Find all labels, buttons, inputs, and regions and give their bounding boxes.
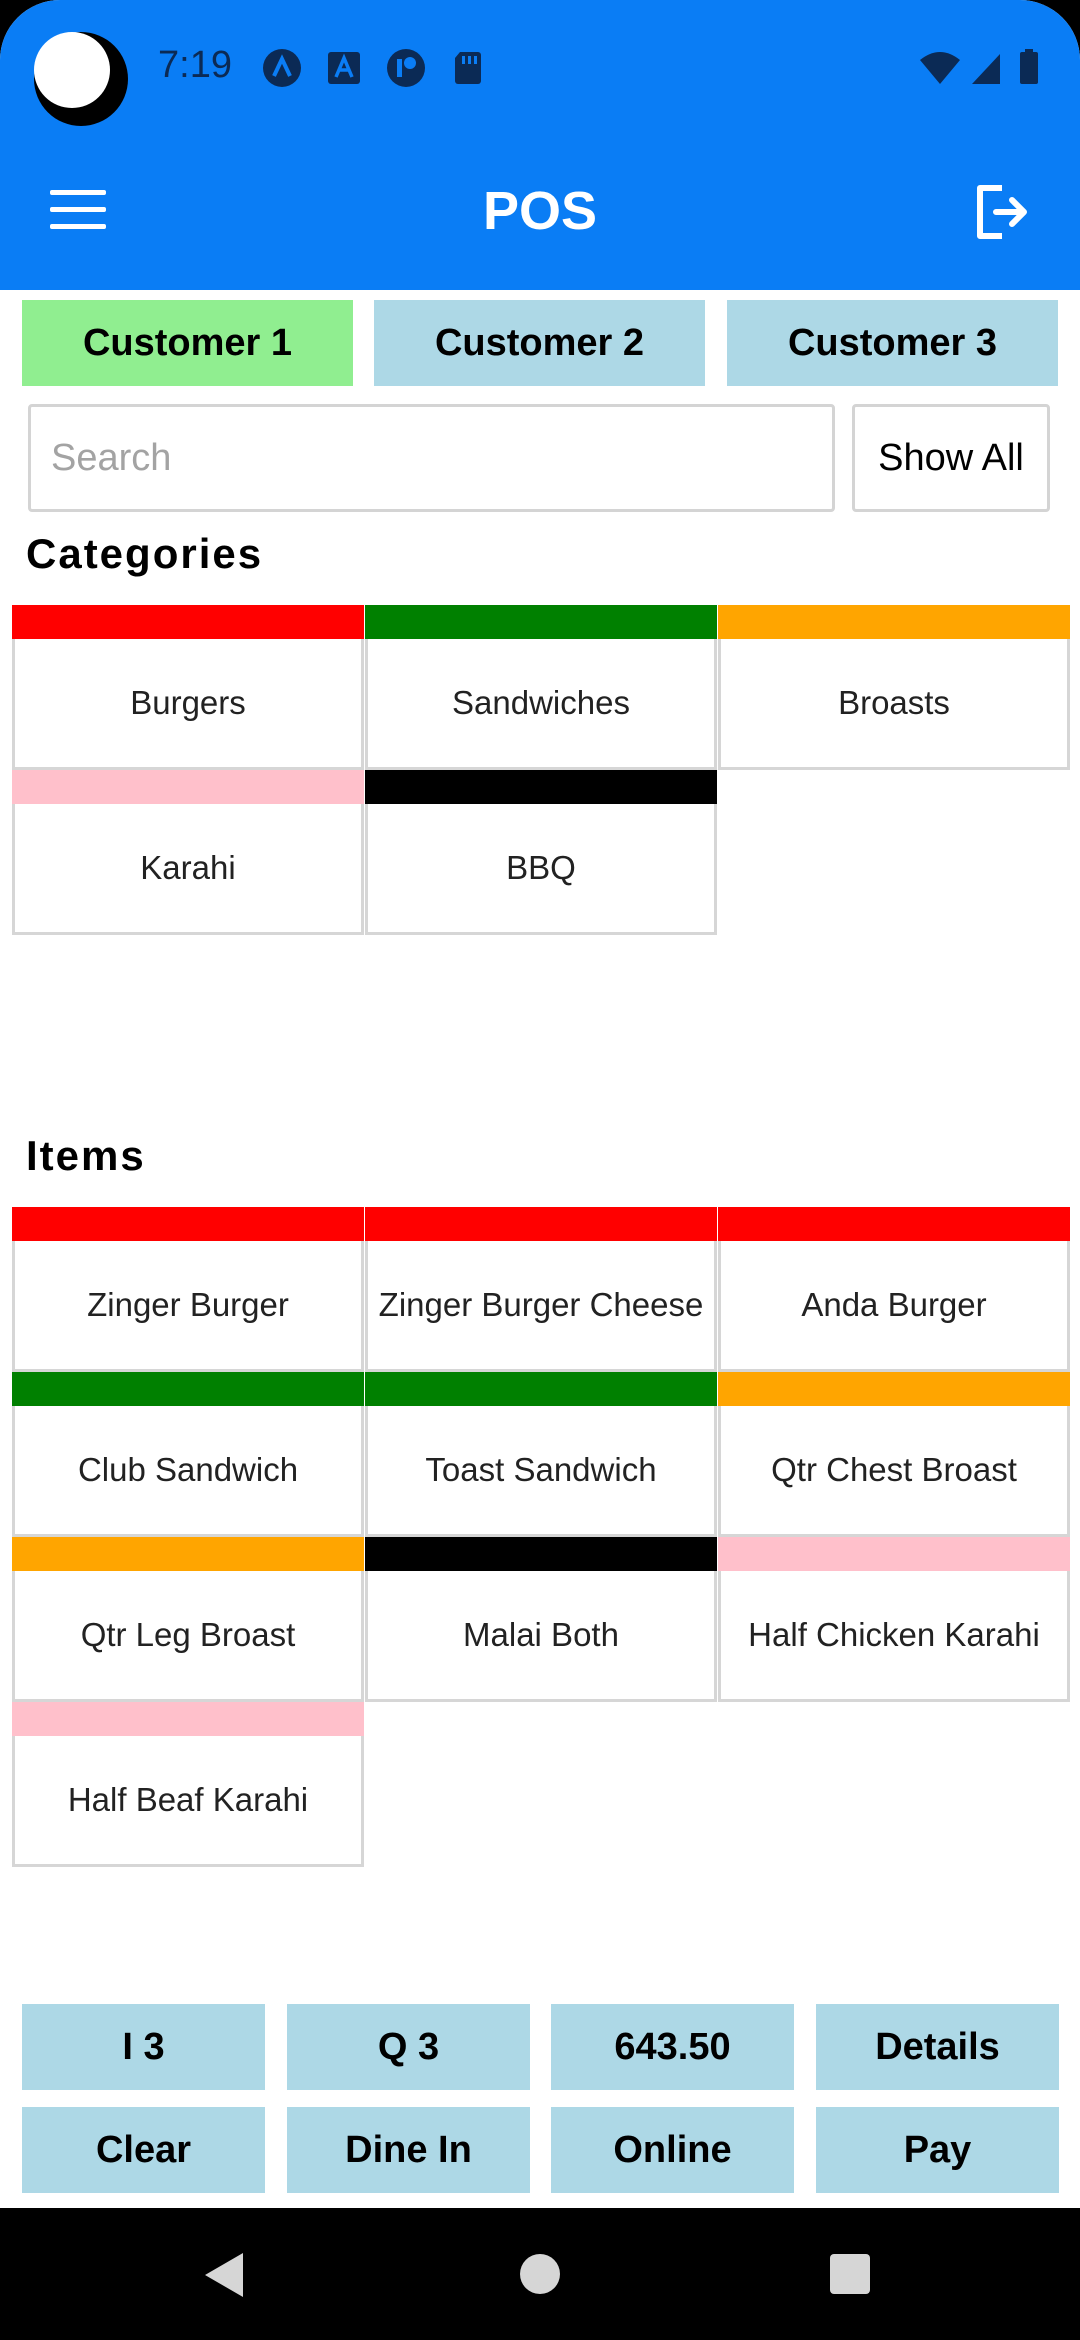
item-label: Qtr Chest Broast	[771, 1451, 1017, 1488]
category-color-stripe	[365, 605, 717, 639]
camera-cutout	[34, 32, 128, 126]
item-tile[interactable]: Zinger Burger Cheese	[365, 1207, 717, 1372]
notification-app-icon	[263, 49, 301, 87]
category-label: Karahi	[140, 849, 236, 886]
quantity-button[interactable]: Q 3	[287, 2004, 530, 2090]
item-label: Zinger Burger Cheese	[378, 1286, 704, 1323]
status-time: 7:19	[158, 44, 232, 86]
item-label: Toast Sandwich	[425, 1451, 657, 1488]
search-input[interactable]	[28, 404, 835, 512]
sd-card-icon	[455, 52, 481, 84]
item-label: Half Chicken Karahi	[748, 1616, 1040, 1653]
item-tile[interactable]: Half Chicken Karahi	[718, 1537, 1070, 1702]
categories-heading: Categories	[26, 530, 264, 577]
category-color-stripe	[12, 770, 364, 804]
signal-icon	[972, 54, 1000, 84]
home-icon[interactable]	[520, 2254, 560, 2294]
clear-button[interactable]: Clear	[22, 2107, 265, 2193]
item-label: Anda Burger	[801, 1286, 987, 1323]
dine-in-button[interactable]: Dine In	[287, 2107, 530, 2193]
category-label: Broasts	[838, 684, 950, 721]
item-tile[interactable]: Malai Both	[365, 1537, 717, 1702]
category-color-stripe	[718, 605, 1070, 639]
category-label: Sandwiches	[452, 684, 630, 721]
item-tile[interactable]: Anda Burger	[718, 1207, 1070, 1372]
item-tile[interactable]: Toast Sandwich	[365, 1372, 717, 1537]
category-label: BBQ	[506, 849, 576, 886]
item-tile[interactable]: Half Beaf Karahi	[12, 1702, 364, 1867]
online-button[interactable]: Online	[551, 2107, 794, 2193]
item-label: Malai Both	[463, 1616, 619, 1653]
logout-icon[interactable]	[972, 182, 1032, 242]
category-bbq[interactable]: BBQ	[365, 770, 717, 935]
tab-customer-2[interactable]: Customer 2	[374, 300, 705, 386]
category-color-stripe	[12, 605, 364, 639]
page-title: POS	[482, 181, 598, 241]
item-color-stripe	[718, 1207, 1070, 1241]
category-karahi[interactable]: Karahi	[12, 770, 364, 935]
item-tile[interactable]: Club Sandwich	[12, 1372, 364, 1537]
item-color-stripe	[365, 1537, 717, 1571]
item-color-stripe	[12, 1537, 364, 1571]
category-broasts[interactable]: Broasts	[718, 605, 1070, 770]
item-label: Club Sandwich	[77, 1451, 299, 1488]
items-heading: Items	[26, 1132, 146, 1179]
category-sandwiches[interactable]: Sandwiches	[365, 605, 717, 770]
back-icon[interactable]	[205, 2253, 243, 2297]
item-color-stripe	[12, 1372, 364, 1406]
item-color-stripe	[718, 1372, 1070, 1406]
details-button[interactable]: Details	[816, 2004, 1059, 2090]
item-label: Half Beaf Karahi	[67, 1781, 309, 1818]
item-color-stripe	[12, 1702, 364, 1736]
item-tile[interactable]: Qtr Leg Broast	[12, 1537, 364, 1702]
item-color-stripe	[12, 1207, 364, 1241]
tab-customer-1[interactable]: Customer 1	[22, 300, 353, 386]
pay-button[interactable]: Pay	[816, 2107, 1059, 2193]
notification-badge-icon	[387, 49, 425, 87]
show-all-button[interactable]: Show All	[852, 404, 1050, 512]
category-color-stripe	[365, 770, 717, 804]
navigation-bar	[0, 2208, 1080, 2340]
system-status-icons	[920, 49, 1038, 84]
notification-font-icon	[328, 52, 360, 84]
item-color-stripe	[365, 1372, 717, 1406]
item-color-stripe	[718, 1537, 1070, 1571]
item-tile[interactable]: Qtr Chest Broast	[718, 1372, 1070, 1537]
tab-customer-3[interactable]: Customer 3	[727, 300, 1058, 386]
item-label: Zinger Burger	[87, 1286, 289, 1323]
category-burgers[interactable]: Burgers	[12, 605, 364, 770]
app-screen: 7:19 POS Customer 1 Customer 2 Customer …	[0, 0, 1080, 2208]
items-count-button[interactable]: I 3	[22, 2004, 265, 2090]
battery-icon	[1020, 52, 1038, 84]
item-tile[interactable]: Zinger Burger	[12, 1207, 364, 1372]
wifi-icon	[920, 52, 960, 84]
category-label: Burgers	[130, 684, 246, 721]
item-label: Qtr Leg Broast	[80, 1616, 296, 1653]
recent-apps-icon[interactable]	[830, 2254, 870, 2294]
total-button[interactable]: 643.50	[551, 2004, 794, 2090]
item-color-stripe	[365, 1207, 717, 1241]
